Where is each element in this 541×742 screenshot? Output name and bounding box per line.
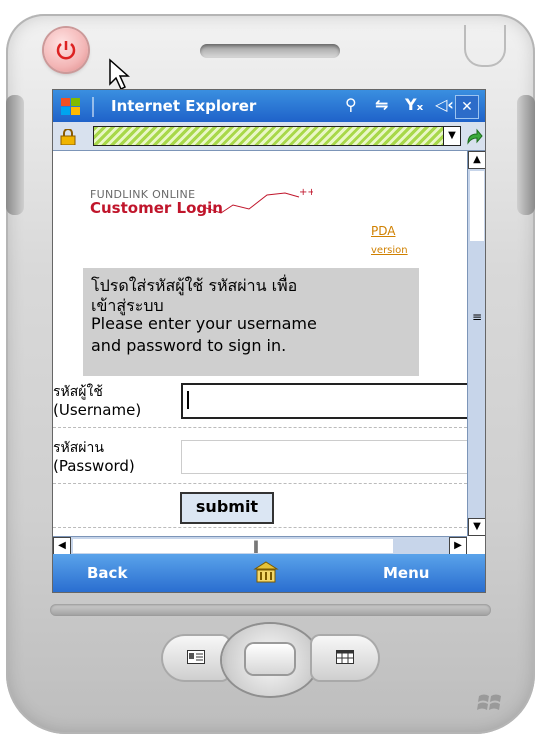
back-softkey[interactable]: Back bbox=[87, 564, 127, 582]
horizontal-scrollbar[interactable]: ◀ ‖ ▶ bbox=[53, 536, 467, 555]
password-label-en: (Password) bbox=[53, 457, 135, 475]
row-divider bbox=[53, 483, 467, 484]
title-bar: Internet Explorer ⚲ ⇋ Yₓ ◁‹ ✕ bbox=[53, 90, 485, 122]
vertical-scrollbar[interactable]: ▲ ≡ ▼ bbox=[467, 151, 485, 536]
web-content: FUNDLINK ONLINE Customer Login ++ PDA ve… bbox=[53, 151, 471, 535]
stylus-slot bbox=[464, 25, 506, 67]
menu-softkey[interactable]: Menu bbox=[383, 564, 429, 582]
password-input[interactable] bbox=[181, 440, 469, 474]
svg-text:++: ++ bbox=[299, 187, 313, 198]
password-label-th: รหัสผ่าน bbox=[53, 440, 104, 456]
version-link[interactable]: version bbox=[371, 245, 408, 256]
windows-logo-icon bbox=[477, 694, 501, 710]
home-icon[interactable] bbox=[253, 560, 279, 586]
address-bar: ▼ bbox=[53, 122, 485, 151]
notice-line: Please enter your username bbox=[91, 314, 317, 333]
power-button[interactable] bbox=[44, 28, 88, 72]
scroll-track[interactable] bbox=[470, 171, 484, 241]
scroll-right-icon[interactable]: ▶ bbox=[449, 537, 467, 555]
calendar-grid-icon bbox=[336, 650, 354, 664]
login-notice: โปรดใส่รหัสผู้ใช้ รหัสผ่าน เพื่อ เข้าสู่… bbox=[83, 268, 419, 376]
address-input[interactable]: ▼ bbox=[93, 126, 461, 146]
trend-graphic-icon: ++ bbox=[203, 187, 313, 214]
scroll-up-icon[interactable]: ▲ bbox=[468, 151, 485, 169]
scroll-down-icon[interactable]: ▼ bbox=[468, 518, 485, 536]
scroll-thumb[interactable]: ‖ bbox=[253, 537, 259, 555]
contacts-card-icon bbox=[187, 650, 205, 664]
power-icon bbox=[56, 41, 76, 60]
bluetooth-icon[interactable]: ⚲ bbox=[345, 95, 357, 114]
username-label-th: รหัสผู้ใช้ bbox=[53, 384, 103, 400]
go-arrow-icon[interactable] bbox=[465, 128, 483, 146]
contacts-hardware-button[interactable] bbox=[163, 636, 229, 680]
notice-line: and password to sign in. bbox=[91, 336, 287, 355]
row-divider bbox=[53, 427, 467, 428]
chevron-down-icon[interactable]: ▼ bbox=[443, 127, 460, 145]
lock-icon bbox=[60, 129, 76, 145]
pda-link[interactable]: PDA bbox=[371, 224, 395, 238]
row-divider bbox=[53, 527, 467, 528]
app-title: Internet Explorer bbox=[111, 97, 257, 115]
earpiece-speaker bbox=[200, 44, 340, 58]
device-screen: Internet Explorer ⚲ ⇋ Yₓ ◁‹ ✕ ▼ FUNDLINK… bbox=[52, 89, 486, 593]
connectivity-icon[interactable]: ⇋ bbox=[375, 95, 388, 114]
scroll-thumb[interactable]: ≡ bbox=[468, 301, 485, 333]
volume-icon[interactable]: ◁‹ bbox=[435, 95, 454, 114]
dpad-center-button[interactable] bbox=[246, 644, 294, 674]
mouse-cursor-icon bbox=[109, 58, 130, 91]
close-button[interactable]: ✕ bbox=[455, 95, 479, 119]
side-grip-right bbox=[517, 95, 535, 215]
windows-start-icon[interactable] bbox=[59, 96, 99, 118]
signal-icon[interactable]: Yₓ bbox=[405, 95, 423, 114]
username-label-en: (Username) bbox=[53, 401, 142, 419]
username-input[interactable] bbox=[181, 383, 471, 419]
scroll-track[interactable] bbox=[73, 539, 393, 553]
calendar-hardware-button[interactable] bbox=[312, 636, 378, 680]
text-caret bbox=[187, 391, 189, 409]
submit-button[interactable]: submit bbox=[180, 492, 274, 524]
side-grip-left bbox=[6, 95, 24, 215]
bottom-bezel-strip bbox=[50, 604, 491, 616]
scroll-left-icon[interactable]: ◀ bbox=[53, 537, 71, 555]
softkey-bar: Back Menu bbox=[53, 554, 485, 592]
